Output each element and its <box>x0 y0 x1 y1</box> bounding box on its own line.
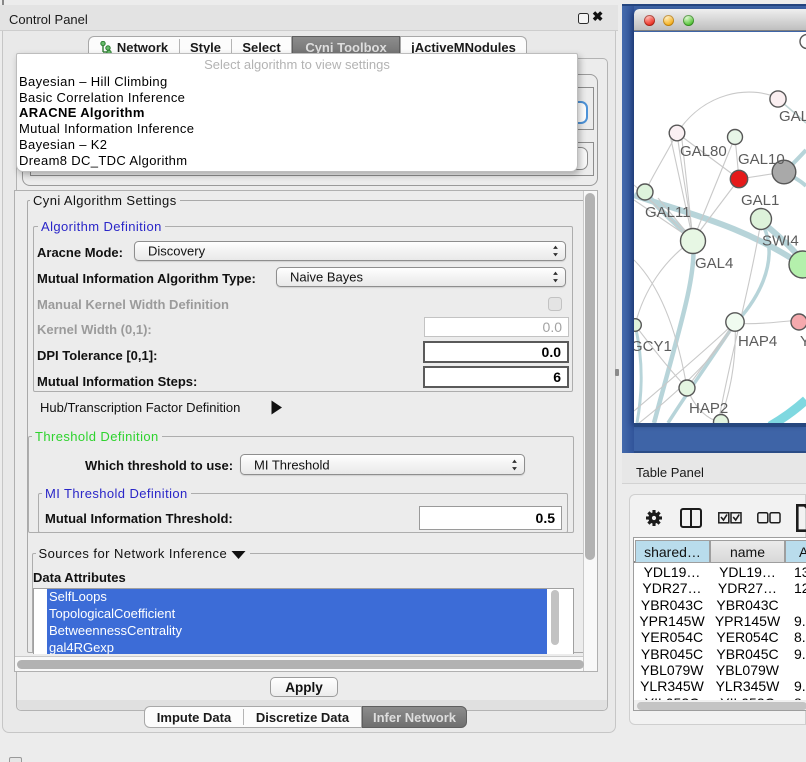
svg-text:HAP4: HAP4 <box>738 333 777 350</box>
svg-text:GAL80: GAL80 <box>680 143 727 160</box>
svg-text:GAL4: GAL4 <box>695 255 733 272</box>
svg-text:GAL11: GAL11 <box>645 204 691 221</box>
svg-text:GAL: GAL <box>779 108 806 125</box>
svg-text:Y: Y <box>800 333 806 350</box>
svg-text:GCY1: GCY1 <box>634 338 672 355</box>
svg-text:GAL10: GAL10 <box>738 151 785 168</box>
svg-text:HAP2: HAP2 <box>689 400 728 417</box>
svg-text:SWI4: SWI4 <box>762 233 799 250</box>
svg-text:GAL1: GAL1 <box>741 192 779 209</box>
